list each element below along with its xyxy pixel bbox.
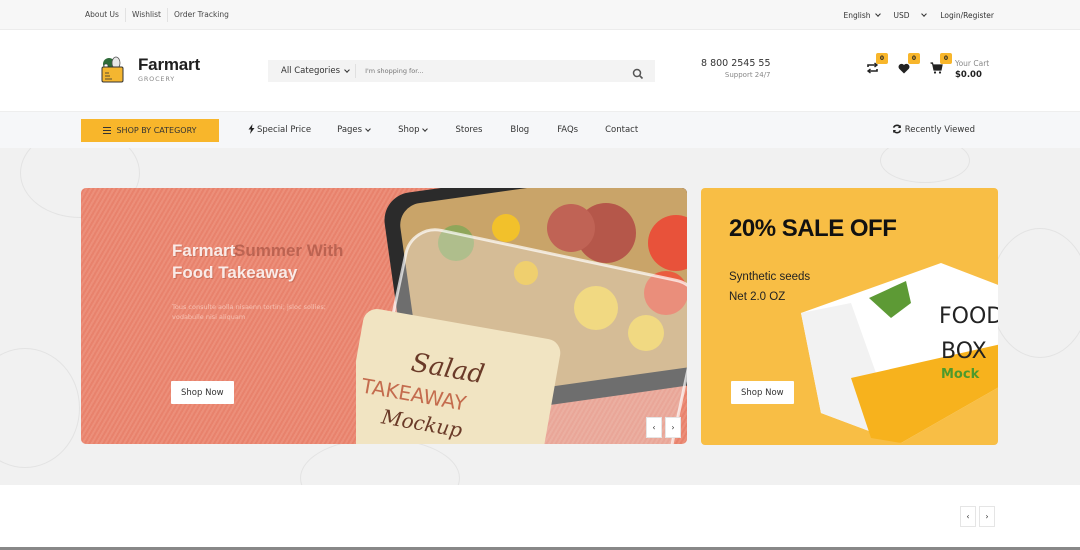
support-phone: 8 800 2545 55 Support 24/7 [701,58,771,79]
cart-count-badge: 0 [940,53,952,64]
box-text-mock: Mock [941,367,980,382]
nav-label: Contact [605,125,639,135]
nav-item-faqs[interactable]: FAQs [557,125,578,135]
top-links: About Us Wishlist Order Tracking [79,0,235,30]
hero-section: Salad TAKEAWAY Mockup Summer With Farmar… [0,148,1080,485]
food-box-image: FOOD BOX Mock [801,263,998,443]
category-dropdown[interactable]: All Categories [268,64,357,78]
search-input[interactable] [356,67,607,75]
cart-summary[interactable]: Your Cart $0.00 [955,59,989,80]
promo-title: 20% SALE OFF [729,215,897,242]
currency-label: USD [893,10,910,20]
search-bar: All Categories [268,60,655,82]
brand-name: Farmart [138,54,200,74]
bolt-icon [248,123,255,137]
brand-tagline: GROCERY [138,74,175,83]
promo-banner[interactable]: FOOD BOX Mock 20% SALE OFF Synthetic see… [701,188,998,445]
slide-title: Farmart Food Takeaway [172,240,297,284]
nav-label: Pages [337,125,363,135]
promo-subtitle: Synthetic seeds Net 2.0 OZ [729,267,810,307]
logo[interactable]: Farmart GROCERY [100,54,200,84]
slide-next-button[interactable]: › [665,417,681,438]
shop-by-category-button[interactable]: SHOP BY CATEGORY [81,119,219,142]
box-text-food: FOOD [939,304,998,329]
menu-icon [103,127,112,134]
bottom-section: ‹ › [0,485,1080,547]
chevron-down-icon [422,125,429,132]
nav-label: Blog [510,125,530,135]
header: Farmart GROCERY All Categories 8 800 254… [0,30,1080,112]
nav-label: FAQs [557,125,579,135]
slide-arrows: ‹ › [646,417,681,438]
cart-button[interactable]: 0 [926,53,952,78]
phone-number: 8 800 2545 55 [701,58,771,69]
refresh-icon [892,123,902,137]
promo-shop-now-button[interactable]: Shop Now [731,381,794,404]
support-label: Support 24/7 [724,71,771,79]
background-decoration [0,348,80,468]
promo-subtitle-line2: Net 2.0 OZ [729,291,786,303]
about-us-link[interactable]: About Us [79,8,126,22]
category-label: All Categories [281,66,341,76]
compare-button[interactable]: 0 [862,53,888,78]
carousel-arrows: ‹ › [960,506,995,527]
nav-item-shop[interactable]: Shop [398,125,429,135]
carousel-prev-button[interactable]: ‹ [960,506,976,527]
chevron-down-icon [365,125,371,132]
slide-prev-button[interactable]: ‹ [646,417,662,438]
wishlist-link[interactable]: Wishlist [126,8,168,22]
top-bar: About Us Wishlist Order Tracking English… [0,0,1080,30]
wishlist-button[interactable]: 0 [894,53,920,78]
recently-viewed-label: Recently Viewed [904,125,975,135]
currency-selector[interactable]: USD [893,10,928,20]
nav-label: Stores [455,125,483,135]
promo-subtitle-line1: Synthetic seeds [729,271,811,283]
slide-title-line1: Farmart [172,241,236,260]
background-decoration [990,228,1080,358]
language-label: English [843,10,871,20]
background-decoration [880,148,970,183]
nav-item-special-price[interactable]: Special Price [248,123,312,137]
chevron-down-icon [344,66,350,73]
language-selector[interactable]: English [843,10,881,20]
recently-viewed-button[interactable]: Recently Viewed [892,112,975,148]
nav-label: Special Price [257,125,312,135]
cart-total: $0.00 [955,70,982,80]
nav-item-blog[interactable]: Blog [510,125,529,135]
wishlist-count-badge: 0 [908,53,920,64]
shop-now-button[interactable]: Shop Now [171,381,234,404]
grocery-bag-icon [100,54,126,84]
hero-slide: Salad TAKEAWAY Mockup Summer With Farmar… [81,188,687,444]
nav-item-pages[interactable]: Pages [337,125,371,135]
chevron-down-icon [874,10,881,17]
chevron-down-icon [921,10,928,17]
nav-menu: Special Price Pages Shop Stores Blog FAQ… [248,112,638,148]
top-right: English USD Login/Register [843,0,994,30]
login-register-link[interactable]: Login/Register [940,11,994,20]
slide-description: Tous consulte aolla nisaenn tortini; jsl… [172,303,326,321]
nav-label: Shop [398,125,420,135]
nav-item-stores[interactable]: Stores [455,125,482,135]
main-nav: SHOP BY CATEGORY Special Price Pages Sho… [0,112,1080,148]
search-icon[interactable] [632,65,644,80]
header-icons: 0 0 0 [862,53,952,78]
slide-title-line2: Food Takeaway [172,263,298,282]
shop-by-category-label: SHOP BY CATEGORY [116,126,197,135]
box-text-box: BOX [941,339,987,364]
salad-takeaway-image: Salad TAKEAWAY Mockup [341,188,687,444]
carousel-next-button[interactable]: › [979,506,995,527]
order-tracking-link[interactable]: Order Tracking [168,8,235,22]
compare-count-badge: 0 [876,53,888,64]
nav-item-contact[interactable]: Contact [605,125,638,135]
cart-label: Your Cart [955,59,990,68]
background-decoration [300,438,460,485]
